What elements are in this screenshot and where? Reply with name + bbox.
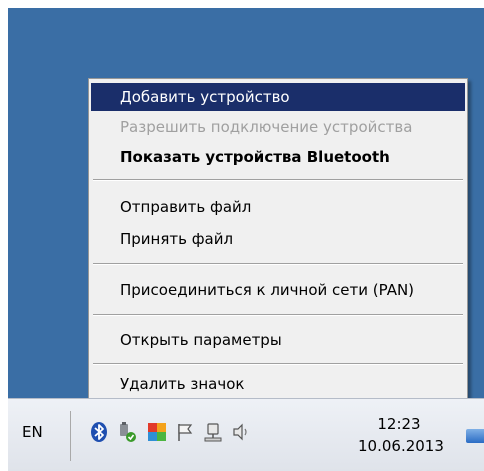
- menu-item-join-pan[interactable]: Присоединиться к личной сети (PAN): [91, 276, 465, 304]
- clock[interactable]: 12:23 10.06.2013: [358, 413, 444, 457]
- taskbar: EN 12:23 10.06.2013: [8, 398, 484, 471]
- menu-item-show-bluetooth-devices[interactable]: Показать устройства Bluetooth: [91, 143, 465, 171]
- clock-date: 10.06.2013: [358, 437, 444, 455]
- menu-item-receive-file[interactable]: Принять файл: [91, 225, 465, 253]
- clock-time: 12:23: [377, 415, 421, 433]
- menu-separator: [93, 314, 463, 316]
- volume-icon[interactable]: [230, 421, 252, 443]
- menu-separator: [93, 179, 463, 181]
- menu-separator: [93, 263, 463, 265]
- bluetooth-context-menu: Добавить устройство Разрешить подключени…: [88, 78, 468, 404]
- menu-item-remove-icon[interactable]: Удалить значок: [91, 370, 465, 398]
- show-desktop-button[interactable]: [466, 429, 484, 443]
- taskbar-divider: [70, 411, 71, 461]
- menu-separator: [93, 363, 463, 365]
- safely-remove-hardware-icon[interactable]: [116, 421, 138, 443]
- menu-item-send-file[interactable]: Отправить файл: [91, 193, 465, 221]
- menu-item-add-device[interactable]: Добавить устройство: [91, 83, 465, 111]
- action-center-flag-icon[interactable]: [174, 421, 196, 443]
- bluetooth-icon[interactable]: [88, 421, 110, 443]
- network-icon[interactable]: [202, 421, 224, 443]
- menu-item-open-settings[interactable]: Открыть параметры: [91, 326, 465, 354]
- language-indicator[interactable]: EN: [22, 423, 43, 441]
- menu-item-allow-device-connection: Разрешить подключение устройства: [120, 118, 413, 136]
- antivirus-icon[interactable]: [146, 421, 168, 443]
